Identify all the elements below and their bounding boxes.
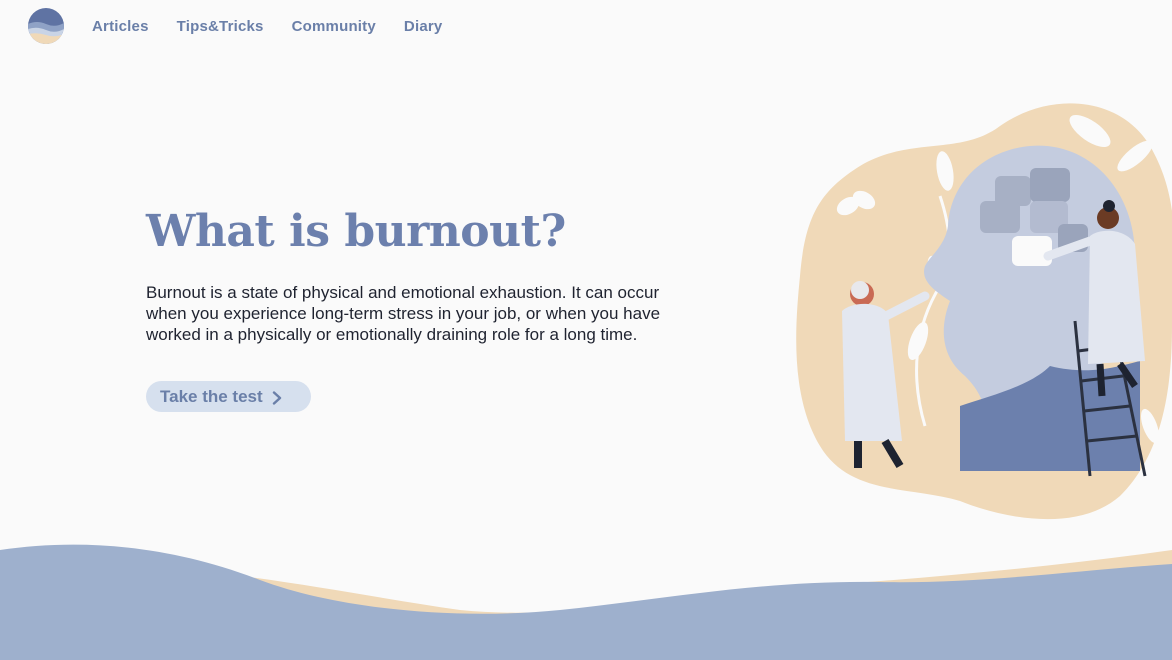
hero-description: Burnout is a state of physical and emoti… <box>146 283 661 344</box>
top-nav: Articles Tips&Tricks Community Diary <box>28 6 442 46</box>
nav-item-community[interactable]: Community <box>292 18 376 35</box>
blue-wave <box>0 544 1172 660</box>
butterfly-icon <box>926 125 946 139</box>
take-test-label: Take the test <box>160 386 263 406</box>
burnout-illustration <box>796 103 1172 520</box>
page-title: What is burnout? <box>146 206 566 257</box>
chevron-right-icon <box>271 390 283 405</box>
nav-item-diary[interactable]: Diary <box>404 18 443 35</box>
logo-icon[interactable] <box>28 8 64 44</box>
nav-item-articles[interactable]: Articles <box>92 18 149 35</box>
take-test-button[interactable]: Take the test <box>146 381 311 412</box>
hero-illustration <box>790 96 1172 526</box>
nav-links: Articles Tips&Tricks Community Diary <box>92 18 442 35</box>
nav-item-tips-tricks[interactable]: Tips&Tricks <box>177 18 264 35</box>
bottom-waves <box>0 544 1172 660</box>
